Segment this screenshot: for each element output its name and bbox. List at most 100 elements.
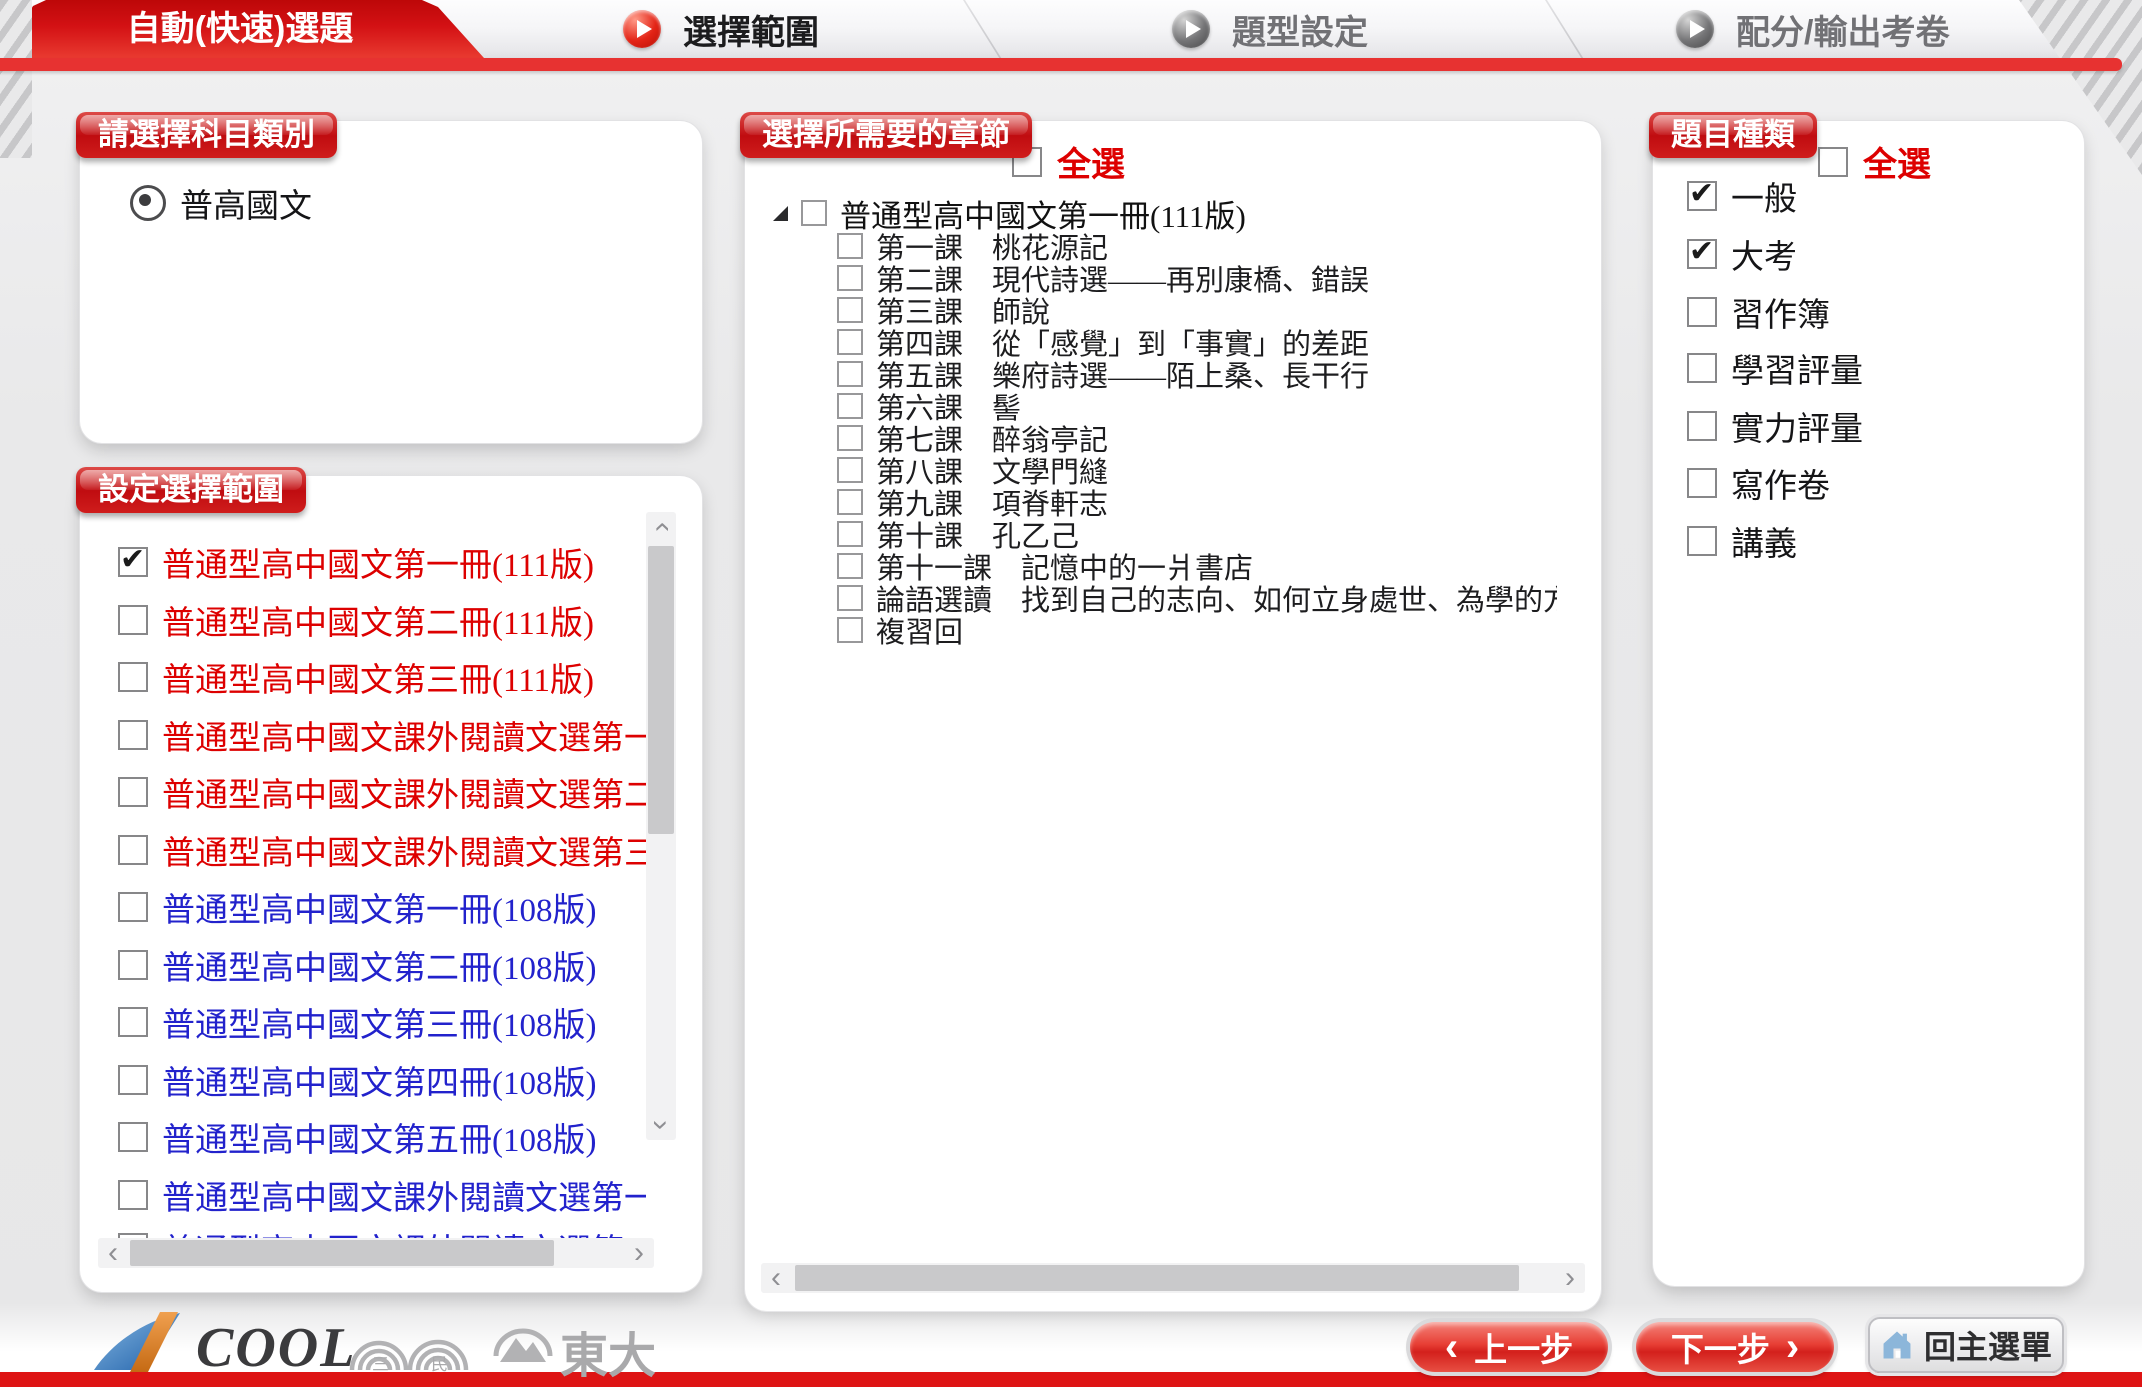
scroll-left-button[interactable] <box>761 1263 791 1293</box>
tab-question-type-setting[interactable]: 題型設定 <box>1172 0 1368 58</box>
subject-category-panel: 普高國文 <box>80 121 702 443</box>
checkbox[interactable] <box>837 489 863 515</box>
prev-step-button[interactable]: ‹ 上一步 <box>1410 1322 1608 1372</box>
qtype-item[interactable]: 講義 <box>1649 521 1797 561</box>
select-range-panel: 普通型高中國文第一冊(111版) 普通型高中國文第二冊(111版) 普通型高中國… <box>80 476 702 1292</box>
range-item[interactable]: 普通型高中國文第二冊(108版) <box>80 945 596 985</box>
scroll-left-button[interactable] <box>98 1238 128 1268</box>
qtype-item[interactable]: 一般 <box>1649 176 1797 216</box>
tab-select-range[interactable]: 選擇範圍 <box>623 0 819 58</box>
checkbox[interactable] <box>118 950 148 980</box>
sanmin-logo-char-1: 三 <box>372 1350 389 1375</box>
chapter-item[interactable]: 複習回 <box>837 614 963 646</box>
chevron-left-icon: ‹ <box>1445 1325 1458 1369</box>
qtype-item[interactable]: 大考 <box>1649 234 1797 274</box>
qtype-select-all[interactable]: 全選 <box>1818 137 1931 186</box>
checkbox[interactable] <box>837 297 863 323</box>
range-item[interactable]: 普通型高中國文第一冊(108版) <box>80 887 596 927</box>
qtype-item[interactable]: 實力評量 <box>1649 406 1863 446</box>
tab-auto-quick-select[interactable]: 自動(快速)選題 <box>26 0 484 58</box>
dongda-logo-text: 東大 <box>560 1316 656 1386</box>
tab-divider <box>963 0 1001 58</box>
checkbox[interactable] <box>1687 239 1717 269</box>
range-item[interactable]: 普通型高中國文第二冊(111版) <box>80 600 594 640</box>
checkbox[interactable] <box>1687 468 1717 498</box>
checkbox[interactable] <box>837 265 863 291</box>
checkbox[interactable] <box>118 662 148 692</box>
checkbox[interactable] <box>837 457 863 483</box>
select-all-label: 全選 <box>1863 137 1931 186</box>
sanmin-logo-char-2: 民 <box>431 1350 448 1375</box>
checkbox[interactable] <box>801 200 827 226</box>
range-item[interactable]: 普通型高中國文第三冊(108版) <box>80 1002 596 1042</box>
checkbox[interactable] <box>1687 526 1717 556</box>
next-step-button[interactable]: 下一步 › <box>1636 1322 1834 1372</box>
checkbox[interactable] <box>118 1180 148 1210</box>
range-vertical-scrollbar[interactable] <box>646 512 676 1140</box>
range-list: 普通型高中國文第一冊(111版) 普通型高中國文第二冊(111版) 普通型高中國… <box>80 476 646 1240</box>
checkbox[interactable] <box>837 329 863 355</box>
checkbox[interactable] <box>118 605 148 635</box>
checkbox[interactable] <box>837 553 863 579</box>
checkbox[interactable] <box>837 617 863 643</box>
range-horizontal-scrollbar[interactable] <box>98 1238 654 1268</box>
subject-option-radio-row[interactable]: 普高國文 <box>92 183 312 223</box>
checkbox[interactable] <box>837 233 863 259</box>
return-main-menu-button[interactable]: 回主選單 <box>1868 1317 2064 1373</box>
range-item[interactable]: 普通型高中國文第三冊(111版) <box>80 657 594 697</box>
checkbox[interactable] <box>118 1122 148 1152</box>
checkbox[interactable] <box>837 425 863 451</box>
home-icon <box>1880 1328 1914 1362</box>
tab-label: 配分/輸出考卷 <box>1736 5 1949 54</box>
range-item[interactable]: 普通型高中國文課外閱讀文選第三冊(111版) <box>80 830 646 870</box>
scroll-right-button[interactable] <box>624 1238 654 1268</box>
tab-score-output[interactable]: 配分/輸出考卷 <box>1676 0 1949 58</box>
checkbox[interactable] <box>1687 353 1717 383</box>
scroll-down-button[interactable] <box>646 1110 676 1140</box>
checkbox[interactable] <box>837 585 863 611</box>
play-icon-gray <box>1172 10 1210 48</box>
radio-button[interactable] <box>130 185 166 221</box>
tab-label: 題型設定 <box>1232 5 1368 54</box>
range-item[interactable]: 普通型高中國文課外閱讀文選第一冊(111版) <box>80 715 646 755</box>
wizard-tabbar: 自動(快速)選題 選擇範圍 題型設定 配分/輸出考卷 <box>0 0 2142 58</box>
subject-option-label: 普高國文 <box>180 179 312 227</box>
checkbox[interactable] <box>1687 411 1717 441</box>
checkbox[interactable] <box>837 393 863 419</box>
dongda-logo-mark-icon <box>492 1314 554 1370</box>
chevron-right-icon: › <box>1786 1325 1799 1369</box>
checkbox[interactable] <box>118 835 148 865</box>
horizontal-scroll-thumb[interactable] <box>795 1265 1519 1291</box>
checkbox[interactable] <box>118 547 148 577</box>
play-icon-red <box>623 10 661 48</box>
chapter-horizontal-scrollbar[interactable] <box>761 1263 1585 1293</box>
qtype-item[interactable]: 學習評量 <box>1649 348 1863 388</box>
checkbox[interactable] <box>118 777 148 807</box>
checkbox[interactable] <box>1687 297 1717 327</box>
chapter-select-panel: 全選 普通型高中國文第一冊(111版) 第一課 桃花源記 第二課 現代詩選——再… <box>745 121 1601 1311</box>
range-item[interactable]: 普通型高中國文第四冊(108版) <box>80 1060 596 1100</box>
checkbox[interactable] <box>118 1065 148 1095</box>
horizontal-scroll-thumb[interactable] <box>130 1240 554 1266</box>
qtype-item[interactable]: 習作簿 <box>1649 292 1830 332</box>
checkbox[interactable] <box>837 361 863 387</box>
qtype-item[interactable]: 寫作卷 <box>1649 463 1830 503</box>
range-item[interactable]: 普通型高中國文第五冊(108版) <box>80 1117 596 1157</box>
range-item[interactable]: 普通型高中國文課外閱讀文選第二冊(111版) <box>80 772 646 812</box>
checkbox[interactable] <box>118 1007 148 1037</box>
tab-label: 自動(快速)選題 <box>26 0 484 58</box>
tree-expander-icon[interactable] <box>773 206 788 221</box>
chapter-tree: 普通型高中國文第一冊(111版) 第一課 桃花源記 第二課 現代詩選——再別康橋… <box>745 121 1557 1251</box>
checkbox[interactable] <box>1687 181 1717 211</box>
checkbox[interactable] <box>118 720 148 750</box>
scroll-right-button[interactable] <box>1555 1263 1585 1293</box>
checkbox[interactable] <box>837 521 863 547</box>
scroll-up-button[interactable] <box>646 512 676 542</box>
cool-logo-swoosh-icon <box>92 1310 194 1374</box>
checkbox[interactable] <box>1818 147 1848 177</box>
range-item[interactable]: 普通型高中國文第一冊(111版) <box>80 542 594 582</box>
vertical-scroll-thumb[interactable] <box>648 546 674 834</box>
range-item[interactable]: 普通型高中國文課外閱讀文選第一冊(108版) <box>80 1175 646 1215</box>
tab-divider <box>1545 0 1583 58</box>
checkbox[interactable] <box>118 892 148 922</box>
